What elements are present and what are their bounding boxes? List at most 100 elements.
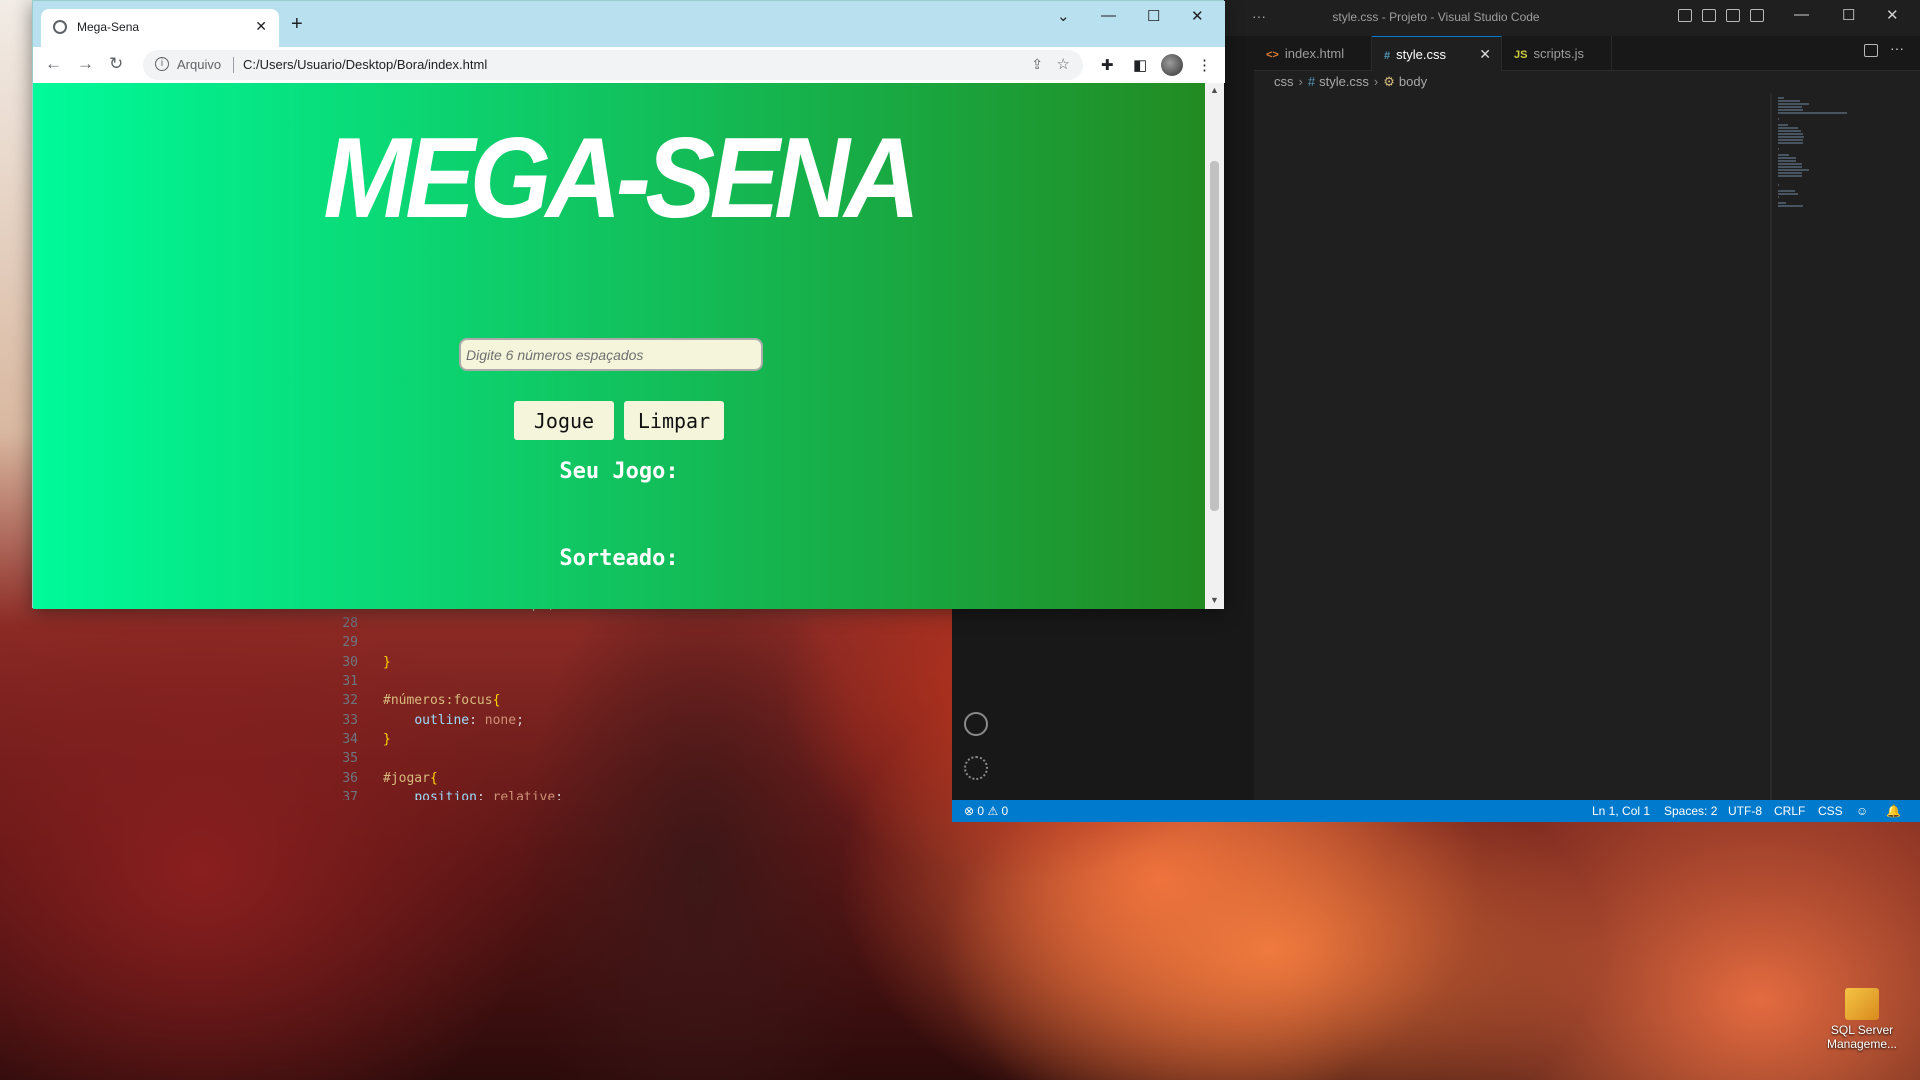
chevron-right-icon: › [1298,74,1303,89]
minimap-line [1778,130,1802,132]
desktop-icon-label: SQL Server Manageme... [1826,1023,1898,1051]
desktop-icon-partial[interactable] [0,40,30,60]
tab-style-css[interactable]: # style.css ✕ [1372,36,1502,71]
code-line[interactable]: 28 [302,614,822,633]
code-line[interactable]: 29 [302,633,822,652]
toggle-sidebar-icon[interactable] [1678,9,1692,22]
code-text: } [383,654,391,670]
code-line[interactable]: 36 #jogar{ [302,769,822,788]
desktop-icon-partial[interactable] [0,90,30,150]
breadcrumb-symbol[interactable]: body [1399,74,1427,89]
desktop-icon-sql-server[interactable]: SQL Server Manageme... [1816,988,1908,1051]
back-icon[interactable]: ← [45,54,62,74]
scrollbar-thumb[interactable] [1210,161,1219,511]
css-icon: # [1384,50,1391,62]
code-line[interactable]: 33 outline: none; [302,711,822,730]
scroll-up-arrow-icon[interactable]: ▲ [1210,85,1219,95]
new-tab-button[interactable]: + [291,13,303,36]
encoding[interactable]: UTF-8 [1728,804,1762,818]
accounts-icon[interactable] [964,712,988,736]
minimap-line [1778,148,1780,150]
chrome-window: Mega-Sena ✕ + ⌄ — ☐ ✕ ← → ↻ i Arquivo C:… [32,0,1225,609]
cursor-position[interactable]: Ln 1, Col 1 [1592,804,1650,818]
browser-tab[interactable]: Mega-Sena ✕ [41,9,279,47]
code-line[interactable]: 31 [302,672,822,691]
share-icon[interactable]: ⇪ [1031,56,1043,73]
close-button[interactable]: ✕ [1886,6,1899,24]
tab-index-html[interactable]: <> index.html [1254,36,1372,71]
close-icon[interactable]: ✕ [1479,46,1491,63]
tab-label: style.css [1396,47,1446,62]
language-mode[interactable]: CSS [1818,804,1843,818]
notifications-bell-icon[interactable]: 🔔 [1886,804,1901,818]
close-button[interactable]: ✕ [1191,7,1204,25]
clear-button[interactable]: Limpar [624,401,724,440]
forward-icon[interactable]: → [77,54,94,74]
error-icon: ⊗ [964,804,975,818]
minimap-line [1778,193,1798,195]
info-icon[interactable]: i [155,57,169,71]
problems-indicator[interactable]: ⊗ 0 ⚠ 0 [964,804,1008,818]
scroll-down-arrow-icon[interactable]: ▼ [1210,595,1219,605]
reload-icon[interactable]: ↻ [109,54,123,74]
css-icon: # [1307,74,1316,89]
line-number: 36 [342,770,358,786]
tab-search-chevron-icon[interactable]: ⌄ [1057,7,1070,25]
line-number: 33 [342,712,358,728]
indentation[interactable]: Spaces: 2 [1664,804,1717,818]
numbers-input[interactable] [459,338,763,371]
editor-tabs: <> index.html # style.css ✕ JS scripts.js [1254,36,1920,71]
address-bar[interactable]: i Arquivo C:/Users/Usuario/Desktop/Bora/… [143,50,1083,80]
line-endings[interactable]: CRLF [1774,804,1805,818]
side-panel-icon[interactable]: ◧ [1133,56,1147,74]
warning-icon: ⚠ [987,804,999,818]
feedback-icon[interactable]: ☺ [1856,804,1868,818]
minimize-button[interactable]: — [1101,7,1116,24]
customize-layout-icon[interactable] [1750,9,1764,22]
play-button[interactable]: Jogue [514,401,614,440]
globe-icon [53,20,67,34]
code-line[interactable]: 30} [302,653,822,672]
minimize-button[interactable]: — [1794,6,1809,23]
settings-gear-icon[interactable] [964,756,988,780]
close-tab-icon[interactable]: ✕ [255,18,267,35]
extensions-icon[interactable]: ✚ [1101,56,1114,74]
page-scrollbar[interactable]: ▲ ▼ [1205,83,1224,609]
error-count: 0 [977,804,985,818]
scheme-label: Arquivo [177,57,222,72]
minimap-line [1778,142,1804,144]
star-icon[interactable]: ☆ [1057,55,1070,73]
minimap-line [1778,127,1798,129]
maximize-button[interactable]: ☐ [1147,7,1160,25]
line-number: 30 [342,654,358,670]
toggle-secondary-sidebar-icon[interactable] [1726,9,1740,22]
minimap-line [1778,202,1786,204]
toggle-panel-icon[interactable] [1702,9,1716,22]
split-editor-icon[interactable] [1864,44,1878,57]
url-text[interactable]: C:/Users/Usuario/Desktop/Bora/index.html [243,57,487,72]
minimap-line [1778,196,1780,198]
menu-icon[interactable]: ⋮ [1197,56,1212,74]
breadcrumb-file[interactable]: style.css [1319,74,1369,89]
minimap-line [1778,97,1784,99]
line-number: 37 [342,789,358,800]
code-line[interactable]: 37 position: relative; [302,788,822,800]
code-line[interactable]: 32 #números:focus{ [302,691,822,710]
minimap-line [1778,100,1800,102]
maximize-button[interactable]: ☐ [1842,6,1855,24]
html-icon: <> [1266,49,1279,61]
drawn-label: Sorteado: [559,546,679,571]
code-text: outline: none; [414,712,524,728]
more-actions-icon[interactable]: ··· [1890,40,1904,56]
minimap-line [1778,172,1803,174]
avatar[interactable] [1161,54,1183,76]
editor-scrollbar[interactable] [1770,93,1772,800]
code-text: } [383,731,391,747]
code-line[interactable]: 34} [302,730,822,749]
tab-scripts-js[interactable]: JS scripts.js [1502,36,1612,71]
line-number: 28 [342,616,358,632]
minimap[interactable] [1776,93,1856,800]
code-line[interactable]: 35 [302,749,822,768]
breadcrumb-folder[interactable]: css [1274,74,1294,89]
tab-title: Mega-Sena [77,20,140,34]
